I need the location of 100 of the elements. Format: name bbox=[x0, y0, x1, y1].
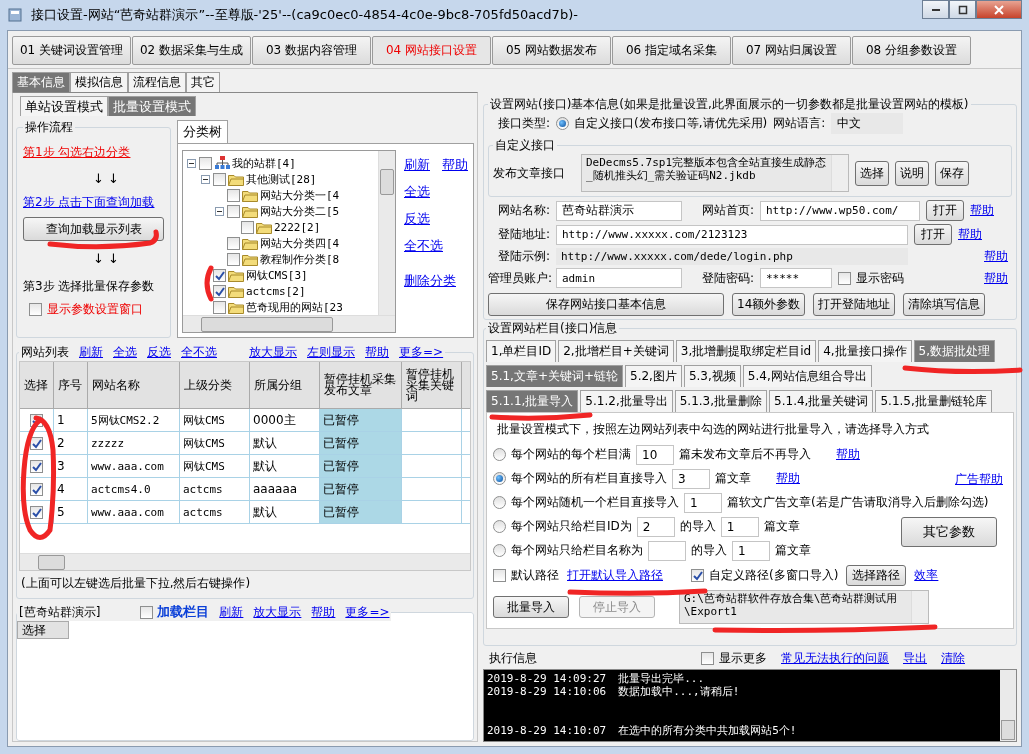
import-button[interactable]: 批量导入 bbox=[493, 596, 569, 618]
file-button[interactable]: 保存 bbox=[935, 160, 969, 186]
checkbox[interactable] bbox=[213, 284, 226, 298]
tab[interactable]: 1,单栏目ID bbox=[486, 340, 557, 362]
tab[interactable]: 4,批量接口操作 bbox=[818, 340, 912, 362]
tree-item[interactable]: 我的站群[4] bbox=[232, 155, 296, 171]
file-button[interactable]: 选择 bbox=[855, 160, 889, 186]
checkbox[interactable] bbox=[30, 436, 43, 450]
password-field[interactable]: ***** bbox=[760, 268, 832, 288]
scrollbar[interactable] bbox=[831, 155, 848, 191]
refresh-link[interactable]: 刷新 bbox=[404, 156, 430, 174]
mode-tab[interactable]: 批量设置模式 bbox=[108, 96, 196, 116]
action-button[interactable]: 清除填写信息 bbox=[903, 293, 986, 316]
radio-button[interactable] bbox=[493, 544, 506, 557]
select-link[interactable]: 全不选 bbox=[404, 237, 468, 255]
action-button[interactable]: 打开登陆地址 bbox=[813, 293, 896, 316]
ad-help-link[interactable]: 广告帮助 bbox=[955, 471, 1003, 488]
list-link[interactable]: 左则显示 bbox=[307, 344, 355, 361]
radio-button[interactable] bbox=[493, 496, 506, 509]
input-field[interactable]: http://www.xxxxx.com/2123123 bbox=[556, 224, 908, 245]
panel-link[interactable]: 刷新 bbox=[219, 603, 244, 621]
action-button[interactable]: 14额外参数 bbox=[732, 293, 806, 316]
checkbox[interactable] bbox=[140, 605, 154, 619]
tree-item[interactable]: 2222[2] bbox=[274, 220, 321, 234]
checkbox[interactable] bbox=[30, 482, 43, 496]
tree-item[interactable]: 网站大分类一[4 bbox=[260, 187, 340, 203]
exec-link[interactable]: 导出 bbox=[903, 650, 927, 667]
input-field[interactable]: 1 bbox=[732, 540, 770, 561]
scrollbar[interactable] bbox=[378, 151, 395, 315]
checkbox[interactable] bbox=[199, 156, 212, 170]
sub-tab[interactable]: 模拟信息 bbox=[70, 72, 128, 92]
main-tab[interactable]: 04 网站接口设置 bbox=[372, 36, 491, 65]
maximize-button[interactable] bbox=[949, 0, 976, 19]
efficiency-link[interactable]: 效率 bbox=[914, 567, 939, 584]
sub-tab[interactable]: 基本信息 bbox=[12, 72, 70, 92]
checkbox[interactable] bbox=[241, 220, 254, 234]
list-link[interactable]: 全不选 bbox=[181, 344, 217, 361]
scrollbar[interactable] bbox=[911, 591, 928, 623]
tab[interactable]: 5.1.1,批量导入 bbox=[486, 390, 579, 412]
tab[interactable]: 5,数据批处理 bbox=[913, 340, 996, 362]
close-button[interactable] bbox=[976, 0, 1022, 19]
main-tab[interactable]: 02 数据采集与生成 bbox=[132, 36, 251, 65]
mode-tab[interactable]: 单站设置模式 bbox=[20, 96, 108, 116]
column-header[interactable]: 选择 bbox=[17, 621, 69, 639]
checkbox[interactable] bbox=[227, 236, 240, 250]
panel-link[interactable]: 更多=> bbox=[345, 603, 390, 621]
tab[interactable]: 5.1.5,批量删链轮库 bbox=[875, 390, 992, 412]
checkbox[interactable] bbox=[227, 252, 240, 266]
delete-link[interactable]: 删除分类 bbox=[404, 272, 468, 290]
action-button[interactable]: 保存网站接口基本信息 bbox=[488, 293, 724, 316]
input-field[interactable]: http://www.wp50.com/ bbox=[760, 200, 920, 221]
tab[interactable]: 5.1.2,批量导出 bbox=[580, 390, 673, 412]
input-field[interactable] bbox=[648, 540, 686, 561]
tab[interactable]: 5.4,网站信息组合导出 bbox=[742, 365, 872, 387]
tree-item[interactable]: 网站大分类二[5 bbox=[260, 203, 340, 219]
input-field[interactable]: 3 bbox=[672, 468, 710, 489]
help-link[interactable]: 帮助 bbox=[984, 269, 1008, 287]
main-tab[interactable]: 06 指定域名采集 bbox=[612, 36, 731, 65]
list-link[interactable]: 反选 bbox=[147, 344, 171, 361]
open-button[interactable]: 打开 bbox=[914, 224, 952, 245]
main-tab[interactable]: 01 关键词设置管理 bbox=[12, 36, 131, 65]
tab[interactable]: 5.3,视频 bbox=[683, 365, 741, 387]
checkbox[interactable] bbox=[213, 300, 226, 314]
tab[interactable]: 3,批增删提取绑定栏目id bbox=[675, 340, 817, 362]
choose-path-button[interactable]: 选择路径 bbox=[846, 565, 907, 586]
path-field[interactable]: G:\芭奇站群软件存放合集\芭奇站群测试用\Export1 bbox=[679, 590, 929, 624]
main-tab[interactable]: 07 网站归属设置 bbox=[732, 36, 851, 65]
list-link[interactable]: 放大显示 bbox=[249, 344, 297, 361]
checkbox[interactable] bbox=[493, 569, 506, 582]
scrollbar[interactable] bbox=[20, 553, 470, 570]
checkbox[interactable] bbox=[30, 505, 43, 519]
checkbox[interactable] bbox=[227, 188, 240, 202]
list-link[interactable]: 帮助 bbox=[365, 344, 389, 361]
interface-file-field[interactable]: DeDecms5.7sp1完整版本包含全站直接生成静态_随机推头幻_需关验证码N2.jkdb bbox=[581, 154, 849, 192]
radio-button[interactable] bbox=[493, 472, 506, 485]
tree-toggle[interactable] bbox=[187, 158, 196, 168]
file-button[interactable]: 说明 bbox=[895, 160, 929, 186]
open-path-link[interactable]: 打开默认导入路径 bbox=[567, 567, 663, 584]
checkbox[interactable] bbox=[691, 569, 704, 582]
sub-tab[interactable]: 流程信息 bbox=[128, 72, 186, 92]
input-field[interactable]: 芭奇站群演示 bbox=[556, 200, 682, 221]
panel-link[interactable]: 放大显示 bbox=[253, 603, 302, 621]
step-link[interactable]: 第2步 点击下面查询加载 bbox=[23, 194, 155, 211]
input-field[interactable]: admin bbox=[556, 268, 682, 288]
main-tab[interactable]: 03 数据内容管理 bbox=[252, 36, 371, 65]
tree-tab[interactable]: 分类树 bbox=[177, 120, 228, 143]
input-field[interactable]: 1 bbox=[720, 516, 759, 537]
scrollbar[interactable] bbox=[183, 315, 395, 332]
checkbox[interactable] bbox=[838, 271, 851, 285]
step-link[interactable]: 第1步 勾选右边分类 bbox=[23, 144, 131, 161]
minimize-button[interactable] bbox=[922, 0, 949, 19]
tree-toggle[interactable] bbox=[215, 206, 224, 216]
tree-item[interactable]: 其他测试[28] bbox=[246, 171, 317, 187]
tree-item[interactable]: 芭奇现用的网站[23 bbox=[246, 299, 343, 315]
query-button[interactable]: 查询加载显示列表 bbox=[23, 217, 164, 241]
sub-tab[interactable]: 其它 bbox=[186, 72, 220, 92]
tree-item[interactable]: 教程制作分类[8 bbox=[260, 251, 340, 267]
select-link[interactable]: 全选 bbox=[404, 183, 468, 201]
main-tab[interactable]: 08 分组参数设置 bbox=[852, 36, 971, 65]
checkbox[interactable] bbox=[227, 204, 240, 218]
